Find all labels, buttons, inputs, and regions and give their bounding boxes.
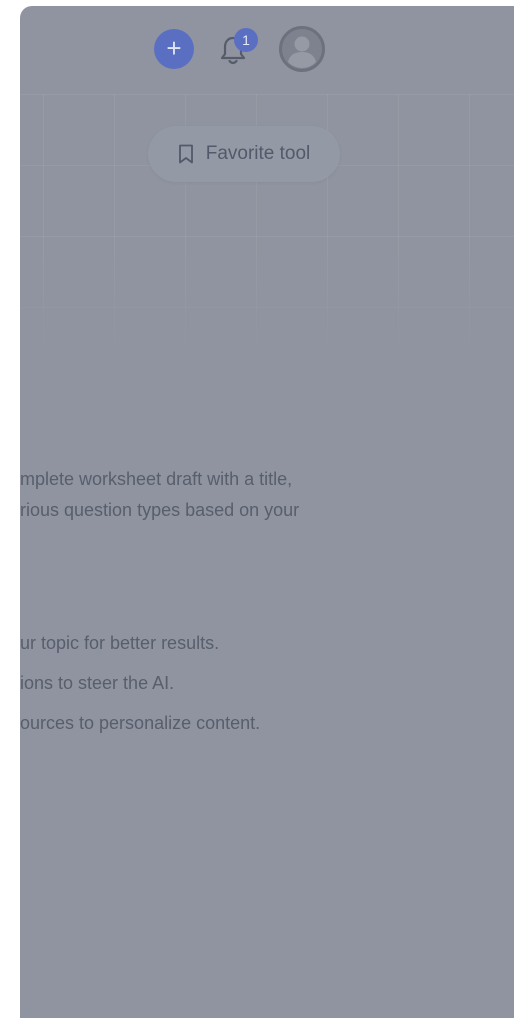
tip-item: ources to personalize content. (20, 713, 261, 733)
add-button[interactable]: + (154, 29, 194, 69)
tips-list: ur topic for better results. ions to ste… (20, 630, 260, 750)
tool-description: mplete worksheet draft with a title, rio… (20, 464, 299, 526)
description-line: mplete worksheet draft with a title, (20, 469, 293, 489)
description-line: rious question types based on your (20, 500, 300, 520)
bookmark-icon (178, 144, 193, 164)
profile-avatar[interactable] (279, 26, 325, 72)
plus-icon: + (166, 33, 182, 63)
drawer-edge (0, 0, 22, 1018)
notifications-button[interactable]: 1 (216, 28, 258, 68)
notification-badge: 1 (234, 28, 258, 52)
dimmed-page-overlay[interactable]: + 1 Favorite tool mplete worksheet draft… (20, 6, 514, 1018)
favorite-tool-button[interactable]: Favorite tool (148, 126, 340, 182)
user-avatar-icon (279, 26, 325, 72)
tip-item: ions to steer the AI. (20, 673, 175, 693)
tip-item: ur topic for better results. (20, 633, 220, 653)
favorite-tool-label: Favorite tool (205, 143, 311, 164)
top-bar: + 1 (20, 6, 514, 94)
